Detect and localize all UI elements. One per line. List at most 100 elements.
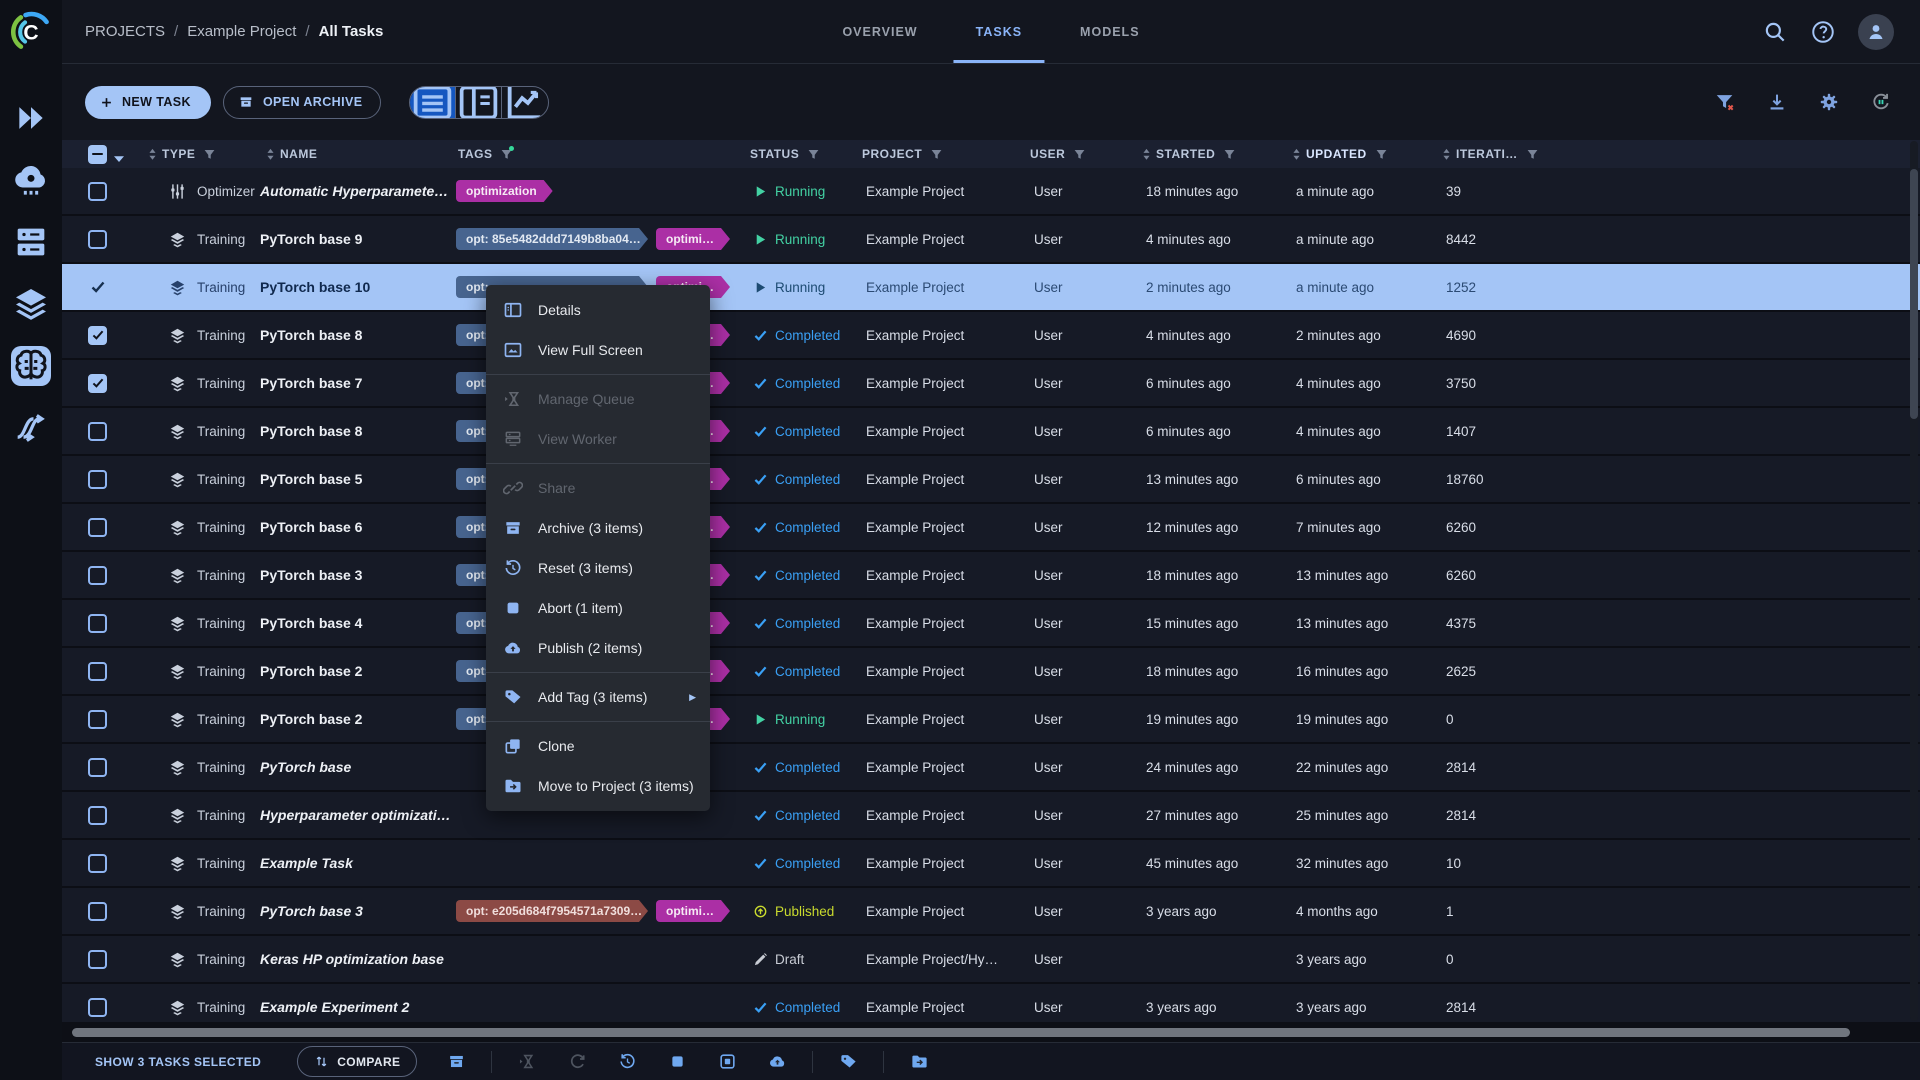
table-row[interactable]: TrainingPyTorch base 10opt: …optimi…Runn… — [62, 264, 1920, 312]
menu-item-add-tag-3-items[interactable]: Add Tag (3 items)▶ — [486, 677, 710, 717]
column-header-type[interactable]: TYPE — [140, 147, 258, 161]
chevron-down-icon[interactable] — [113, 150, 125, 158]
row-checkbox[interactable] — [88, 182, 107, 201]
auto-refresh-icon[interactable] — [1870, 91, 1892, 113]
task-name[interactable]: PyTorch base 6 — [258, 519, 450, 535]
select-all-checkbox[interactable] — [88, 145, 107, 164]
column-header-tags[interactable]: TAGS — [450, 147, 742, 161]
row-checkbox[interactable] — [88, 758, 107, 777]
column-header-status[interactable]: STATUS — [742, 147, 854, 161]
table-row[interactable]: TrainingPyTorch base 5opt: …optimi…Compl… — [62, 456, 1920, 504]
task-name[interactable]: PyTorch base 7 — [258, 375, 450, 391]
table-row[interactable]: TrainingKeras HP optimization baseDraftE… — [62, 936, 1920, 984]
column-header-iterations[interactable]: ITERATI… — [1434, 147, 1578, 161]
row-checkbox[interactable] — [88, 326, 107, 345]
row-checkbox[interactable] — [88, 230, 107, 249]
open-archive-button[interactable]: OPEN ARCHIVE — [223, 86, 382, 119]
show-selected-button[interactable]: SHOW 3 TASKS SELECTED — [95, 1055, 261, 1069]
task-name[interactable]: PyTorch base 9 — [258, 231, 450, 247]
menu-item-publish-2-items[interactable]: Publish (2 items) — [486, 628, 710, 668]
table-row[interactable]: TrainingPyTorch base 4opt: …optimi…Compl… — [62, 600, 1920, 648]
table-row[interactable]: TrainingExample Experiment 2CompletedExa… — [62, 984, 1920, 1022]
row-checkbox[interactable] — [88, 806, 107, 825]
task-name[interactable]: PyTorch base 10 — [258, 279, 450, 295]
row-checkbox[interactable] — [88, 422, 107, 441]
filter-icon[interactable] — [500, 148, 513, 161]
menu-item-archive-3-items[interactable]: Archive (3 items) — [486, 508, 710, 548]
table-row[interactable]: TrainingPyTorch base 3opt: e205d684f7954… — [62, 888, 1920, 936]
task-name[interactable]: PyTorch base 2 — [258, 663, 450, 679]
sidebar-item-projects[interactable] — [11, 346, 51, 386]
table-row[interactable]: TrainingPyTorch base 2opt: …optimi…Runni… — [62, 696, 1920, 744]
table-view-button[interactable] — [410, 87, 456, 118]
vertical-scrollbar-thumb[interactable] — [1910, 169, 1918, 419]
task-name[interactable]: PyTorch base 3 — [258, 903, 450, 919]
filter-icon[interactable] — [203, 148, 216, 161]
compare-button[interactable]: COMPARE — [297, 1046, 417, 1077]
menu-item-clone[interactable]: Clone — [486, 726, 710, 766]
row-checkbox[interactable] — [88, 614, 107, 633]
table-row[interactable]: TrainingExample TaskCompletedExample Pro… — [62, 840, 1920, 888]
row-checkbox[interactable] — [88, 662, 107, 681]
filter-icon[interactable] — [1375, 148, 1388, 161]
task-name[interactable]: PyTorch base 2 — [258, 711, 450, 727]
user-avatar[interactable] — [1858, 14, 1894, 50]
table-row[interactable]: TrainingPyTorch base 8opt: …optimi…Compl… — [62, 408, 1920, 456]
table-row[interactable]: TrainingPyTorch base 6opt: …optimi…Compl… — [62, 504, 1920, 552]
gear-icon[interactable] — [1818, 91, 1840, 113]
row-checkbox[interactable] — [88, 854, 107, 873]
tab-tasks[interactable]: TASKS — [954, 0, 1044, 63]
footer-publish-button[interactable] — [762, 1047, 792, 1077]
row-checkbox[interactable] — [88, 374, 107, 393]
clearml-logo[interactable]: C — [0, 0, 62, 64]
task-name[interactable]: Keras HP optimization base — [258, 951, 450, 967]
new-task-button[interactable]: NEW TASK — [85, 86, 211, 119]
sidebar-item-autoscalers[interactable] — [11, 160, 51, 200]
footer-archive-button[interactable] — [441, 1047, 471, 1077]
table-row[interactable]: TrainingHyperparameter optimizati…Comple… — [62, 792, 1920, 840]
row-checkbox[interactable] — [88, 710, 107, 729]
tab-models[interactable]: MODELS — [1058, 0, 1161, 63]
footer-abort-button[interactable] — [662, 1047, 692, 1077]
menu-item-move-to-project-3-items[interactable]: Move to Project (3 items) — [486, 766, 710, 806]
task-name[interactable]: PyTorch base 8 — [258, 423, 450, 439]
table-row[interactable]: TrainingPyTorch baseCompletedExample Pro… — [62, 744, 1920, 792]
column-header-name[interactable]: NAME — [258, 147, 450, 161]
filter-icon[interactable] — [930, 148, 943, 161]
column-header-updated[interactable]: UPDATED — [1284, 147, 1434, 161]
sidebar-item-pipelines[interactable] — [11, 408, 51, 448]
menu-item-abort-1-item[interactable]: Abort (1 item) — [486, 588, 710, 628]
table-row[interactable]: TrainingPyTorch base 2opt: …optimi…Compl… — [62, 648, 1920, 696]
task-name[interactable]: Hyperparameter optimizati… — [258, 807, 450, 823]
task-name[interactable]: Example Task — [258, 855, 450, 871]
table-row[interactable]: TrainingPyTorch base 3opt: …optimi…Compl… — [62, 552, 1920, 600]
breadcrumb-item[interactable]: PROJECTS — [85, 23, 165, 40]
row-checkbox[interactable] — [88, 518, 107, 537]
chart-view-button[interactable] — [502, 87, 548, 118]
task-name[interactable]: Automatic Hyperparamete… — [258, 183, 450, 199]
table-row[interactable]: OptimizerAutomatic Hyperparamete…optimiz… — [62, 168, 1920, 216]
sidebar-item-workers-queues[interactable] — [11, 222, 51, 262]
table-row[interactable]: TrainingPyTorch base 7opt: …optimi…Compl… — [62, 360, 1920, 408]
row-checkbox[interactable] — [88, 470, 107, 489]
search-icon[interactable] — [1762, 19, 1788, 45]
row-checkbox[interactable] — [88, 566, 107, 585]
menu-item-reset-3-items[interactable]: Reset (3 items) — [486, 548, 710, 588]
table-row[interactable]: TrainingPyTorch base 8opt: …optimi…Compl… — [62, 312, 1920, 360]
menu-item-details[interactable]: Details — [486, 290, 710, 330]
row-checkbox[interactable] — [88, 998, 107, 1017]
breadcrumb-item[interactable]: All Tasks — [319, 23, 384, 40]
task-name[interactable]: PyTorch base 4 — [258, 615, 450, 631]
footer-move-to-project-button[interactable] — [904, 1047, 934, 1077]
column-header-started[interactable]: STARTED — [1134, 147, 1284, 161]
task-name[interactable]: PyTorch base 5 — [258, 471, 450, 487]
column-header-project[interactable]: PROJECT — [854, 147, 1022, 161]
task-name[interactable]: PyTorch base — [258, 759, 450, 775]
task-name[interactable]: Example Experiment 2 — [258, 999, 450, 1015]
row-checkbox[interactable] — [88, 950, 107, 969]
sidebar-item-datasets[interactable] — [11, 284, 51, 324]
footer-reset-button[interactable] — [612, 1047, 642, 1077]
tab-overview[interactable]: OVERVIEW — [820, 0, 939, 63]
breadcrumb-item[interactable]: Example Project — [187, 23, 296, 40]
footer-add-tag-button[interactable] — [833, 1047, 863, 1077]
